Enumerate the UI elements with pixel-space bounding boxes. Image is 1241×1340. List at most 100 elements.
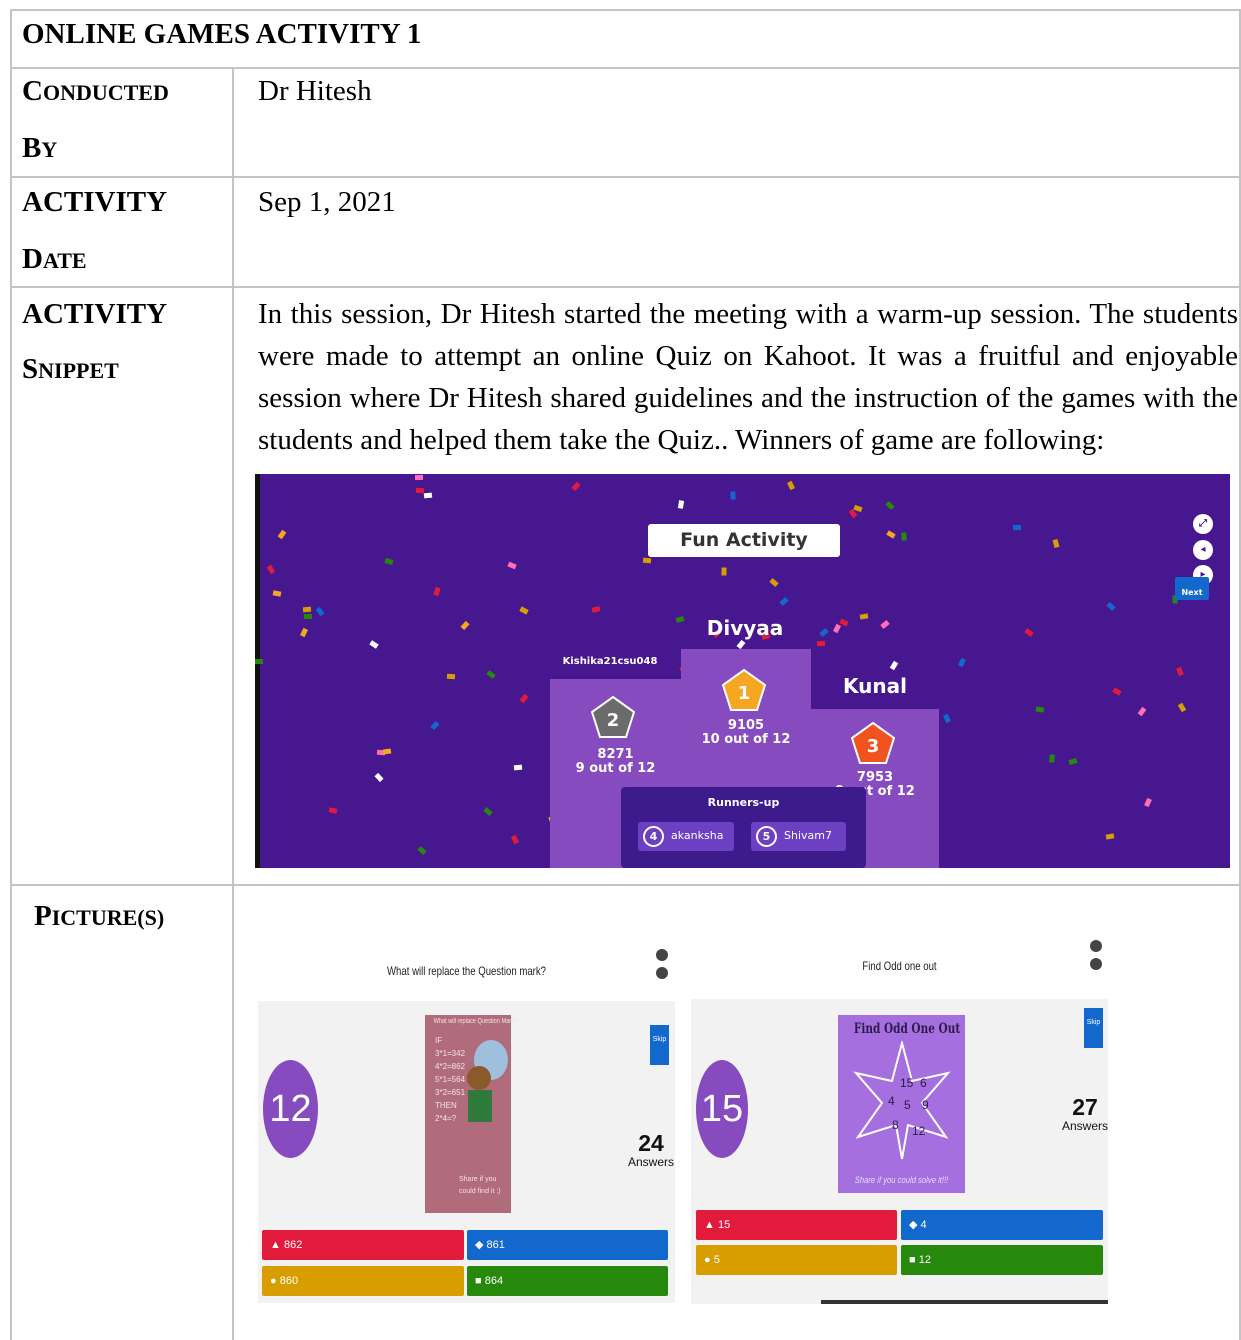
confetti-piece [832,623,842,634]
runner-up-name: akanksha [671,829,724,842]
next-button[interactable]: Next [1175,577,1209,600]
confetti-piece [519,606,529,615]
fullscreen-icon[interactable]: ⤢ [1193,514,1213,534]
quiz-screenshot-2: Find Odd one out 15 27 Answers Skip Find … [691,927,1108,1304]
star-number: 6 [920,1076,927,1090]
table-border-top [10,9,1241,11]
runner-up-name: Shivam7 [784,829,832,842]
confetti-piece [384,557,394,566]
confetti-piece [266,564,276,575]
confetti-piece [1049,754,1055,763]
runner-up-rank: 4 [643,826,664,847]
runners-up-label: Runners-up [707,796,780,809]
runners-up-panel: Runners-up 4 akanksha 5 Shivam7 [621,787,866,868]
runner-up-rank: 5 [756,826,777,847]
confetti-piece [1177,702,1187,713]
star-number: 15 [900,1076,914,1090]
confetti-piece [730,491,736,500]
first-place-score: 9105 10 out of 12 [701,718,791,747]
confetti-piece [1068,757,1078,766]
runner-up-chip: 5 Shivam7 [751,822,846,851]
control-icon[interactable] [656,949,668,961]
confetti-piece [889,660,899,671]
confetti-piece [1024,628,1034,637]
star-number: 5 [904,1098,911,1112]
answer-option-red[interactable]: ▲ 15 [696,1210,897,1240]
conducted-by-label-line2: BY [22,132,58,164]
answer-option-green[interactable]: ■ 864 [467,1266,668,1296]
confetti-piece [786,480,796,491]
confetti-piece [374,772,384,783]
confetti-piece [486,670,496,679]
confetti-piece [415,487,425,494]
confetti-piece [302,606,312,613]
row-divider [10,176,1241,178]
confetti-piece [460,620,470,631]
first-rank-number: 1 [738,683,751,704]
answer-option-yellow[interactable]: ● 860 [262,1266,464,1296]
confetti-piece [1052,538,1060,549]
image-footer: Share if you could solve it!!! [854,1175,949,1185]
activity-date-value: Sep 1, 2021 [258,186,396,218]
confetti-piece [958,657,966,668]
star-number: 9 [922,1098,929,1112]
image-text: What will replace Question Mark? [433,1018,518,1025]
confetti-piece [1144,797,1152,808]
confetti-piece [736,639,746,650]
confetti-piece [721,567,727,576]
question-image: Find Odd One Out 15 6 4 5 9 8 12 Share i… [838,1015,965,1193]
third-rank-badge: 3 [851,722,895,764]
confetti-piece [886,530,896,539]
confetti-piece [859,613,869,620]
row-divider [10,286,1241,288]
confetti-piece [328,807,338,814]
confetti-piece [819,628,829,637]
answer-option-yellow[interactable]: ● 5 [696,1245,897,1275]
confetti-piece [1035,706,1045,713]
confetti-piece [423,492,433,499]
confetti-piece [510,834,520,845]
control-icon[interactable] [656,967,668,979]
second-rank-number: 2 [607,710,620,731]
activity-snippet-label: ACTIVITY [22,298,168,330]
confetti-piece [1112,687,1122,696]
thinking-boy-illustration [467,1040,508,1122]
timer-circle: 15 [696,1060,748,1158]
third-rank-number: 3 [867,736,880,757]
answer-option-green[interactable]: ■ 12 [901,1245,1103,1275]
confetti-piece [433,586,441,597]
activity-date-label: ACTIVITY [22,186,168,218]
row-divider [10,884,1241,886]
confetti-piece [1106,601,1116,612]
confetti-piece [277,529,287,540]
runner-up-chip: 4 akanksha [638,822,734,851]
second-rank-badge: 2 [591,696,635,738]
confetti-piece [483,806,493,817]
second-place-name: Kishika21csu048 [562,656,658,667]
confetti-piece [315,606,325,617]
confetti-piece [1176,666,1184,677]
pictures-label: PICTURE(S) [34,900,165,932]
star-illustration: 15 6 4 5 9 8 12 [853,1041,951,1160]
confetti-piece [430,720,440,731]
confetti-piece [885,500,895,511]
answer-option-blue[interactable]: ◆ 4 [901,1210,1103,1240]
taskbar-strip [821,1300,1108,1304]
first-rank-badge: 1 [722,669,766,711]
confetti-piece [303,613,313,620]
confetti-piece [591,606,601,613]
answer-option-blue[interactable]: ◆ 861 [467,1230,668,1260]
control-icon[interactable] [1090,940,1102,952]
answer-option-red[interactable]: ▲ 862 [262,1230,464,1260]
confetti-piece [677,500,685,509]
control-icon[interactable] [1090,958,1102,970]
skip-button[interactable]: Skip [1084,1008,1103,1048]
kahoot-podium-screenshot: Fun Activity ⤢ ◂ ▸ Next Divyaa 1 9105 10 … [255,474,1230,868]
confetti-piece [417,845,427,856]
kahoot-title: Fun Activity [648,524,840,557]
confetti-piece [382,748,392,755]
skip-button[interactable]: Skip [650,1025,669,1065]
confetti-piece [414,474,424,481]
volume-icon[interactable]: ◂ [1193,540,1213,560]
answers-counter: 24 Answers [627,1130,674,1169]
